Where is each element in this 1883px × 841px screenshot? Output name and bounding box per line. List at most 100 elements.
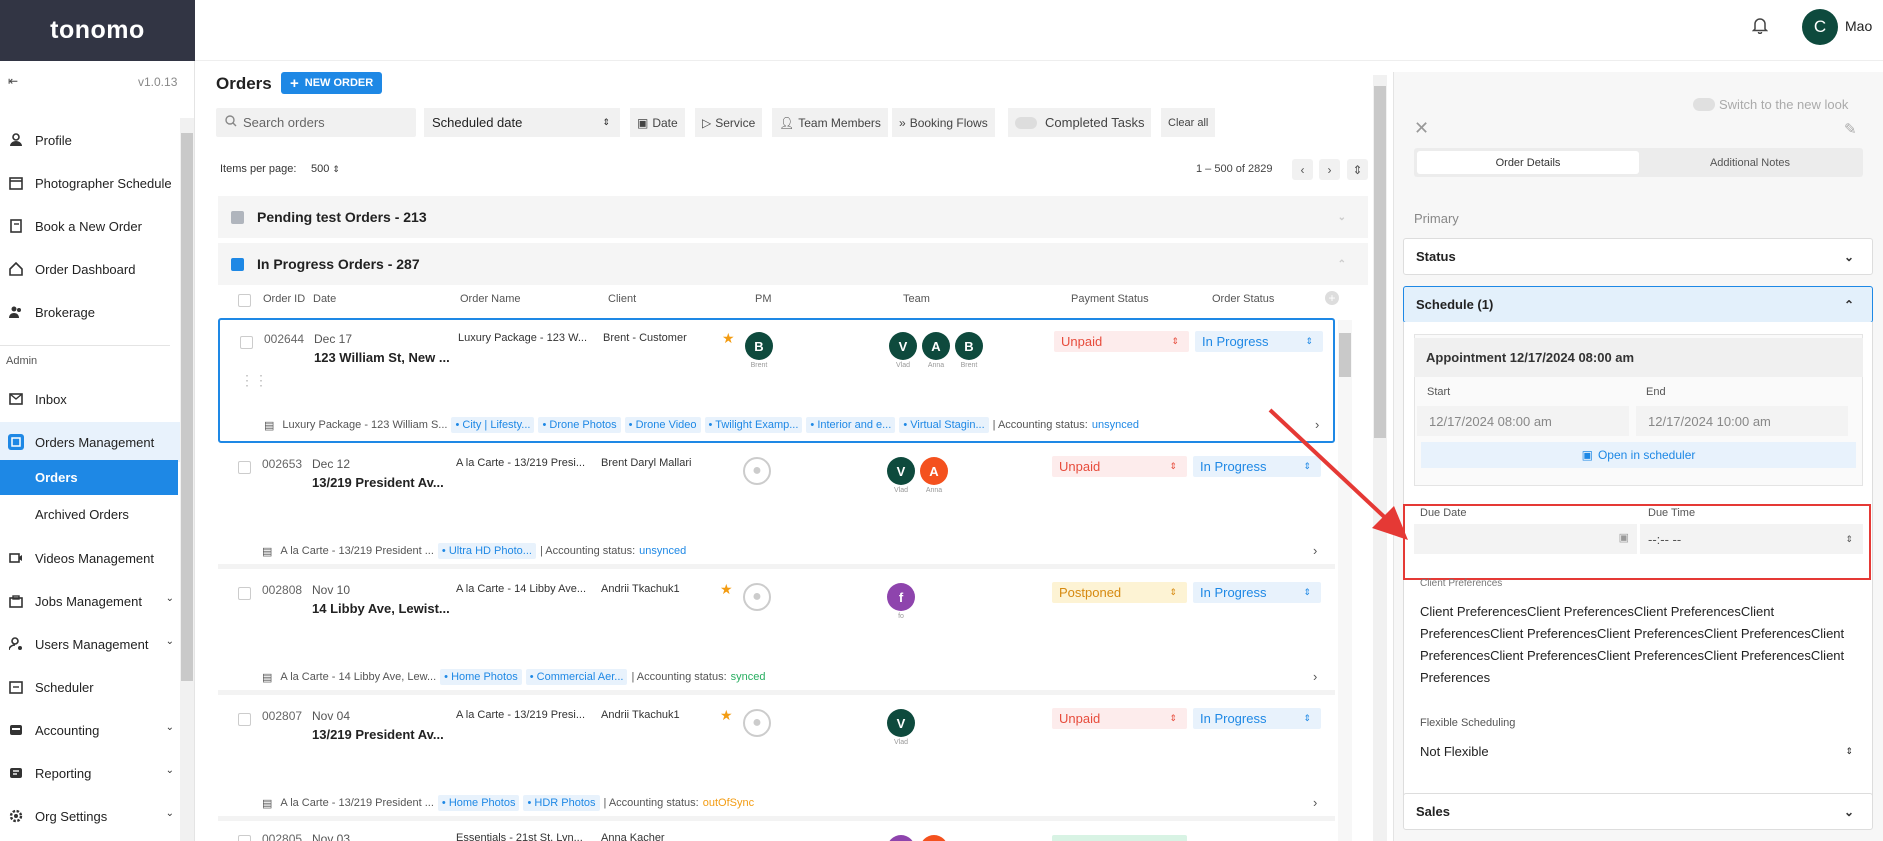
team-avatar[interactable]: f bbox=[887, 583, 915, 611]
items-per-page-select[interactable]: 500 ⇕ bbox=[311, 163, 340, 175]
filter-booking-flows-button[interactable]: » Booking Flows bbox=[892, 108, 995, 137]
team-avatar[interactable]: A bbox=[920, 457, 948, 485]
new-order-button[interactable]: + NEW ORDER bbox=[281, 72, 383, 94]
payment-status-select[interactable]: Postponed ⇕ bbox=[1052, 582, 1187, 603]
search-input[interactable]: Search orders bbox=[216, 108, 416, 137]
sidebar-item-inbox[interactable]: Inbox bbox=[0, 379, 180, 419]
table-row[interactable]: 002653 Dec 12 13/219 President Av... A l… bbox=[218, 445, 1335, 569]
chevron-down-icon[interactable]: ⌄ bbox=[166, 593, 174, 604]
schedule-accordion[interactable]: Schedule (1) ⌃ bbox=[1403, 286, 1873, 323]
sidebar-item-photographer-schedule[interactable]: Photographer Schedule bbox=[0, 163, 180, 203]
chevron-down-icon[interactable]: ⌄ bbox=[166, 722, 174, 733]
sales-accordion[interactable]: Sales ⌄ bbox=[1403, 793, 1873, 830]
logo[interactable]: tonomo bbox=[0, 0, 195, 61]
sidebar-item-scheduler[interactable]: Scheduler bbox=[0, 667, 180, 707]
completed-tasks-toggle[interactable]: Completed Tasks bbox=[1008, 108, 1152, 137]
sidebar-item-book-new-order[interactable]: Book a New Order bbox=[0, 206, 180, 246]
end-field[interactable]: 12/17/2024 10:00 am bbox=[1636, 406, 1848, 436]
pm-avatar[interactable]: B bbox=[745, 332, 773, 360]
client-preferences-text[interactable]: Client PreferencesClient PreferencesClie… bbox=[1420, 601, 1860, 689]
sidebar-item-brokerage[interactable]: Brokerage bbox=[0, 292, 180, 332]
table-row[interactable]: 002808 Nov 10 14 Libby Ave, Lewist... A … bbox=[218, 571, 1335, 695]
order-address[interactable]: 14 Libby Ave, Lewist... bbox=[312, 601, 450, 616]
chat-icon[interactable]: ▤ bbox=[262, 545, 272, 558]
start-field[interactable]: 12/17/2024 08:00 am bbox=[1417, 406, 1629, 436]
payment-status-select[interactable]: Unpaid ⇕ bbox=[1054, 331, 1189, 352]
col-order-status[interactable]: Order Status bbox=[1212, 293, 1274, 305]
chevron-down-icon[interactable]: ⌄ bbox=[166, 765, 174, 776]
order-address[interactable]: 13/219 President Av... bbox=[312, 727, 444, 742]
team-avatar[interactable] bbox=[920, 835, 948, 841]
sidebar-item-orders-management[interactable]: Orders Management bbox=[0, 422, 180, 462]
flexible-scheduling-select[interactable]: Not Flexible ⇕ bbox=[1414, 736, 1863, 766]
chat-icon[interactable]: ▤ bbox=[264, 419, 274, 432]
table-row[interactable]: 002805 Nov 03 Essentials - 21st St, Lyn.… bbox=[218, 823, 1335, 841]
team-avatar[interactable]: A bbox=[922, 332, 950, 360]
order-status-select[interactable]: In Progress ⇕ bbox=[1193, 582, 1321, 603]
pm-avatar-empty[interactable]: ● bbox=[743, 457, 771, 485]
chevron-right-icon[interactable]: › bbox=[1313, 795, 1317, 810]
chat-icon[interactable]: ▤ bbox=[262, 797, 272, 810]
sidebar-item-orders[interactable]: Orders bbox=[0, 460, 178, 495]
chevron-right-icon[interactable]: › bbox=[1313, 669, 1317, 684]
add-column-icon[interactable]: + bbox=[1325, 291, 1339, 305]
row-checkbox[interactable] bbox=[238, 461, 251, 474]
payment-status-select[interactable]: Unpaid ⇕ bbox=[1052, 708, 1187, 729]
filter-team-members-button[interactable]: 👤︎ Team Members bbox=[772, 108, 888, 137]
col-payment-status[interactable]: Payment Status bbox=[1071, 293, 1149, 305]
sidebar-item-profile[interactable]: Profile bbox=[0, 120, 180, 160]
sort-icon[interactable]: ⇕ bbox=[1347, 159, 1368, 180]
team-avatar[interactable]: V bbox=[887, 457, 915, 485]
scheduled-date-select[interactable]: Scheduled date ⇕ bbox=[424, 108, 620, 137]
bell-icon[interactable] bbox=[1751, 16, 1772, 36]
open-in-scheduler-button[interactable]: ▣ Open in scheduler bbox=[1421, 442, 1856, 468]
sidebar-item-users-management[interactable]: Users Management ⌄ bbox=[0, 624, 180, 664]
row-checkbox[interactable] bbox=[238, 835, 251, 841]
sidebar-item-accounting[interactable]: Accounting ⌄ bbox=[0, 710, 180, 750]
payment-status-select[interactable]: Unpaid ⇕ bbox=[1052, 456, 1187, 477]
row-checkbox[interactable] bbox=[238, 587, 251, 600]
col-order-id[interactable]: Order ID bbox=[263, 293, 305, 305]
chevron-down-icon[interactable]: ⌄ bbox=[166, 808, 174, 819]
edit-icon[interactable]: ✎ bbox=[1844, 120, 1857, 138]
payment-status-select[interactable] bbox=[1052, 835, 1187, 841]
row-checkbox[interactable] bbox=[240, 336, 253, 349]
chat-icon[interactable]: ▤ bbox=[262, 671, 272, 684]
order-status-select[interactable]: In Progress ⇕ bbox=[1195, 331, 1323, 352]
team-avatar[interactable]: B bbox=[955, 332, 983, 360]
sidebar-item-reporting[interactable]: Reporting ⌄ bbox=[0, 753, 180, 793]
group-in-progress-orders[interactable]: In Progress Orders - 287 ⌃ bbox=[218, 243, 1368, 285]
row-checkbox[interactable] bbox=[238, 713, 251, 726]
pm-avatar-empty[interactable]: ● bbox=[743, 709, 771, 737]
sidebar-scroll-thumb[interactable] bbox=[181, 133, 193, 681]
clear-all-button[interactable]: Clear all bbox=[1161, 108, 1216, 137]
sidebar-item-org-settings[interactable]: Org Settings ⌄ bbox=[0, 796, 180, 836]
col-team[interactable]: Team bbox=[903, 293, 930, 305]
drag-handle-icon[interactable]: ⋮⋮ bbox=[240, 372, 268, 389]
tab-order-details[interactable]: Order Details bbox=[1417, 151, 1639, 174]
avatar[interactable]: C bbox=[1802, 9, 1838, 45]
user-name[interactable]: Mao bbox=[1845, 18, 1872, 34]
col-order-name[interactable]: Order Name bbox=[460, 293, 521, 305]
group-pending-test-orders[interactable]: Pending test Orders - 213 ⌄ bbox=[218, 196, 1368, 238]
filter-date-button[interactable]: ▣ Date bbox=[630, 108, 685, 137]
team-avatar[interactable]: V bbox=[889, 332, 917, 360]
pm-avatar-empty[interactable]: ● bbox=[743, 583, 771, 611]
order-status-select[interactable]: In Progress ⇕ bbox=[1193, 708, 1321, 729]
sidebar-item-jobs-management[interactable]: Jobs Management ⌄ bbox=[0, 581, 180, 621]
table-scroll-thumb[interactable] bbox=[1339, 333, 1351, 377]
chevron-up-icon[interactable]: ⌃ bbox=[1338, 259, 1346, 270]
tab-additional-notes[interactable]: Additional Notes bbox=[1640, 151, 1860, 174]
new-look-toggle[interactable] bbox=[1693, 98, 1715, 111]
chevron-down-icon[interactable]: ⌄ bbox=[1338, 212, 1346, 223]
order-address[interactable]: 123 William St, New ... bbox=[314, 350, 450, 365]
main-scroll-thumb[interactable] bbox=[1374, 86, 1386, 438]
order-address[interactable]: 13/219 President Av... bbox=[312, 475, 444, 490]
collapse-icon[interactable]: ⇤ bbox=[8, 74, 18, 88]
filter-service-button[interactable]: ▷ Service bbox=[695, 108, 763, 137]
status-accordion[interactable]: Status ⌄ bbox=[1403, 238, 1873, 275]
prev-page-button[interactable]: ‹ bbox=[1292, 159, 1313, 180]
close-icon[interactable]: ✕ bbox=[1414, 118, 1429, 139]
team-avatar[interactable] bbox=[887, 835, 915, 841]
table-row[interactable]: 002644 Dec 17 123 William St, New ... ⋮⋮… bbox=[218, 318, 1335, 443]
